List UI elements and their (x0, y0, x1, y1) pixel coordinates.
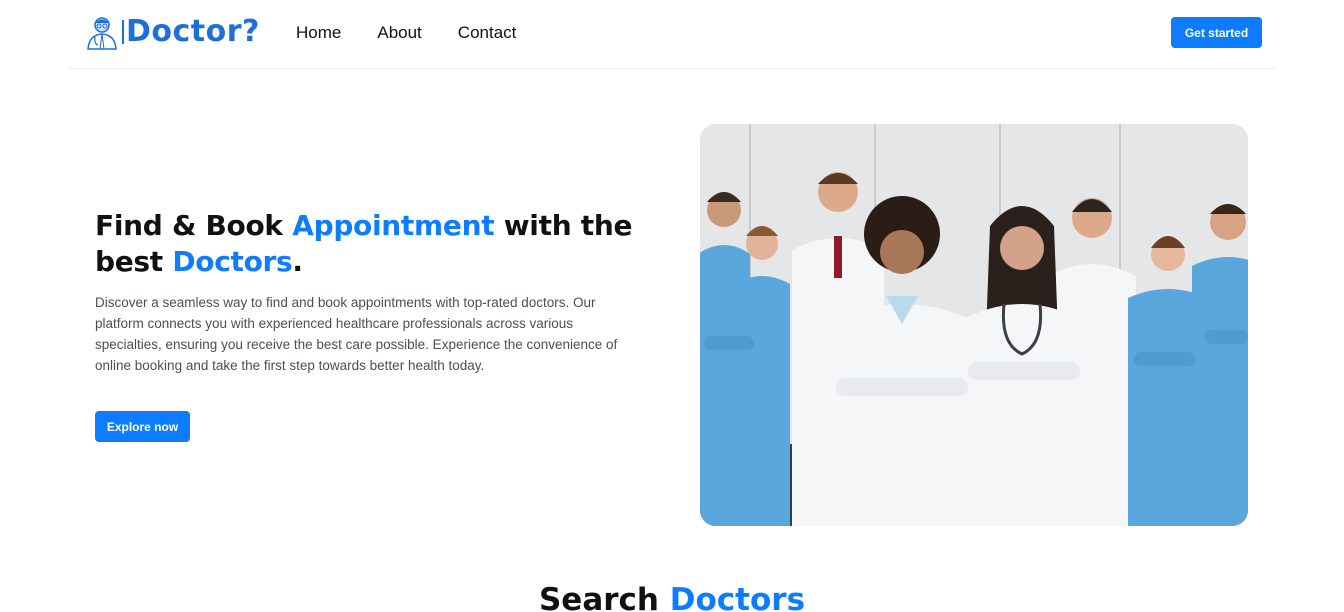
hero-description: Discover a seamless way to find and book… (95, 295, 618, 373)
logo[interactable]: Doctor? (86, 14, 260, 50)
logo-divider (122, 20, 124, 44)
logo-text: Doctor? (126, 14, 260, 49)
nav-contact[interactable]: Contact (458, 22, 517, 44)
section-title-part1: Search (538, 582, 670, 612)
search-doctors-heading: Search Doctors (0, 580, 1344, 612)
doctor-avatar-icon (87, 17, 117, 50)
hero-title-period: . (292, 245, 303, 278)
nav-home[interactable]: Home (296, 22, 341, 44)
nav-about[interactable]: About (377, 22, 421, 44)
hero-title-accent-appointment: Appointment (292, 209, 495, 242)
hero-title: Find & Book Appointment with the best Do… (95, 208, 655, 280)
explore-now-button[interactable]: Explore now (95, 411, 190, 442)
doctors-team-illustration (700, 124, 1248, 526)
hero-title-accent-doctors: Doctors (172, 245, 293, 278)
doctors-team-photo (700, 124, 1248, 526)
get-started-button[interactable]: Get started (1171, 17, 1262, 48)
main-nav: Home About Contact (296, 22, 516, 44)
page: Doctor? Home About Contact Get started F… (0, 0, 1344, 612)
site-header: Doctor? Home About Contact Get started (68, 0, 1276, 69)
section-title-accent: Doctors (669, 582, 806, 612)
hero-title-part1: Find & Book (95, 209, 293, 242)
